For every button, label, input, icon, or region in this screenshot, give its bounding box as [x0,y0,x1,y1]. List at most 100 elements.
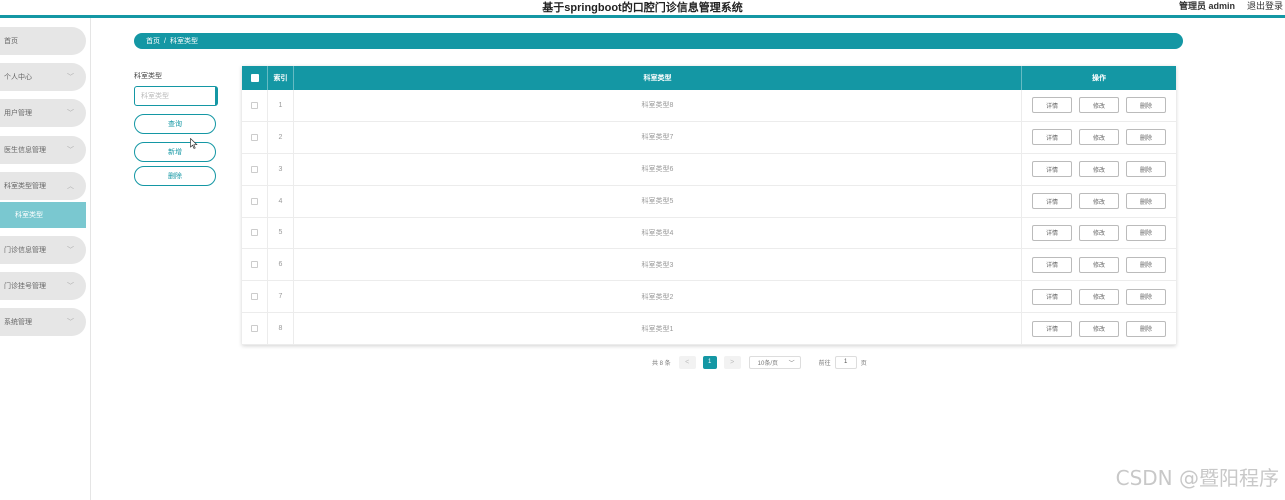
delete-button[interactable]: 删除 [1126,224,1166,241]
chevron-down-icon: ﹀ [67,147,74,154]
row-department-type: 科室类型1 [294,313,1022,344]
sidebar-item-system-management[interactable]: 系统管理 ﹀ [0,308,86,336]
row-index: 5 [268,217,294,249]
table-row: 1 科室类型8 详情 修改 删除 [242,90,1176,122]
edit-button[interactable]: 修改 [1079,193,1119,210]
row-checkbox[interactable] [242,313,268,344]
delete-button[interactable]: 删除 [1126,256,1166,273]
row-department-type: 科室类型3 [294,249,1022,281]
department-type-search-input[interactable] [134,86,218,106]
sidebar-item-label: 门诊信息管理 [4,247,46,254]
sidebar-subitem-department-type[interactable]: 科室类型 [0,202,86,228]
current-user-label: 管理员 admin [1178,1,1235,11]
detail-button[interactable]: 详情 [1032,161,1072,178]
breadcrumb-home[interactable]: 首页 [146,36,160,46]
table-row: 6 科室类型3 详情 修改 删除 [242,249,1176,282]
chevron-up-icon: ︿ [67,183,74,190]
top-header: 基于springboot的口腔门诊信息管理系统 管理员 admin 退出登录 [0,0,1285,18]
sidebar: 首页 个人中心 ﹀ 用户管理 ﹀ 医生信息管理 ﹀ 科室类型管理 ︿ 科室类型 … [0,18,91,500]
sidebar-item-clinic-management[interactable]: 门诊信息管理 ﹀ [0,236,86,264]
edit-button[interactable]: 修改 [1079,320,1119,337]
table-header: 索引 科室类型 操作 [242,66,1176,90]
row-checkbox[interactable] [242,217,268,249]
row-checkbox[interactable] [242,121,268,153]
row-index: 3 [268,153,294,185]
department-type-table: 索引 科室类型 操作 1 科室类型8 详情 修改 删除 2 科室类型7 详情 修改 删除 3 科室类型… [242,66,1176,345]
sidebar-item-user-management[interactable]: 用户管理 ﹀ [0,99,86,127]
detail-button[interactable]: 详情 [1032,224,1072,241]
chevron-down-icon: ﹀ [67,283,74,290]
row-checkbox[interactable] [242,249,268,281]
edit-button[interactable]: 修改 [1079,129,1119,146]
goto-page-input[interactable]: 1 [834,355,857,369]
row-checkbox[interactable] [242,153,268,185]
delete-button[interactable]: 删除 [1126,129,1166,146]
row-index: 4 [268,185,294,217]
detail-button[interactable]: 详情 [1032,97,1072,114]
sidebar-item-label: 首页 [4,38,18,45]
row-index: 6 [268,249,294,281]
page-number-button[interactable]: 1 [702,355,717,369]
app-title: 基于springboot的口腔门诊信息管理系统 [542,2,743,14]
chevron-down-icon: ﹀ [67,74,74,81]
detail-button[interactable]: 详情 [1032,256,1072,273]
row-actions: 详情 修改 删除 [1022,249,1176,280]
table-row: 2 科室类型7 详情 修改 删除 [242,121,1176,154]
sidebar-item-home[interactable]: 首页 [0,27,86,55]
delete-button[interactable]: 删除 [1126,193,1166,210]
edit-button[interactable]: 修改 [1079,224,1119,241]
edit-button[interactable]: 修改 [1079,256,1119,273]
page-unit-label: 页 [860,360,867,367]
row-actions: 详情 修改 删除 [1022,122,1176,153]
chevron-down-icon: ﹀ [67,247,74,254]
edit-button[interactable]: 修改 [1079,161,1119,178]
prev-page-button[interactable]: < [678,355,696,369]
row-checkbox[interactable] [242,90,268,121]
row-department-type: 科室类型5 [294,185,1022,217]
sidebar-item-department-type-management[interactable]: 科室类型管理 ︿ [0,172,86,200]
row-checkbox[interactable] [242,281,268,313]
sidebar-item-label: 个人中心 [4,74,32,81]
table-row: 7 科室类型2 详情 修改 删除 [242,281,1176,314]
next-page-button[interactable]: > [723,355,741,369]
delete-button[interactable]: 删除 [1126,288,1166,305]
sidebar-item-registration-management[interactable]: 门诊挂号管理 ﹀ [0,272,86,300]
sidebar-item-label: 科室类型管理 [4,183,46,190]
detail-button[interactable]: 详情 [1032,320,1072,337]
pagination: 共 8 条 < 1 > 10条/页 ﹀ 前往 1 页 [652,355,867,369]
row-department-type: 科室类型4 [294,217,1022,249]
sidebar-subitem-label: 科室类型 [15,212,43,219]
delete-button[interactable]: 删除 [1126,161,1166,178]
breadcrumb-separator: / [164,37,166,45]
row-checkbox[interactable] [242,185,268,217]
sidebar-item-label: 用户管理 [4,110,32,117]
row-department-type: 科室类型6 [294,153,1022,185]
goto-label: 前往 [818,360,831,367]
logout-link[interactable]: 退出登录 [1247,0,1283,12]
page-size-select[interactable]: 10条/页 ﹀ [748,355,801,369]
edit-button[interactable]: 修改 [1079,288,1119,305]
row-index: 8 [268,313,294,344]
detail-button[interactable]: 详情 [1032,129,1072,146]
select-all-checkbox[interactable] [242,66,268,90]
chevron-down-icon: ﹀ [788,360,795,367]
query-button[interactable]: 查询 [134,114,216,134]
sidebar-item-doctor-management[interactable]: 医生信息管理 ﹀ [0,136,86,164]
delete-button[interactable]: 删除 [1126,97,1166,114]
batch-delete-button[interactable]: 删除 [134,166,216,186]
chevron-down-icon: ﹀ [67,319,74,326]
sidebar-item-personal-center[interactable]: 个人中心 ﹀ [0,63,86,91]
row-index: 1 [268,90,294,121]
detail-button[interactable]: 详情 [1032,288,1072,305]
sidebar-item-label: 系统管理 [4,319,32,326]
delete-button[interactable]: 删除 [1126,320,1166,337]
row-actions: 详情 修改 删除 [1022,186,1176,217]
detail-button[interactable]: 详情 [1032,193,1072,210]
add-button[interactable]: 新增 [134,142,216,162]
table-row: 4 科室类型5 详情 修改 删除 [242,185,1176,218]
edit-button[interactable]: 修改 [1079,97,1119,114]
row-actions: 详情 修改 删除 [1022,281,1176,312]
csdn-watermark: CSDN @暨阳程序 [1115,466,1279,490]
search-label: 科室类型 [134,73,162,80]
row-index: 7 [268,281,294,313]
